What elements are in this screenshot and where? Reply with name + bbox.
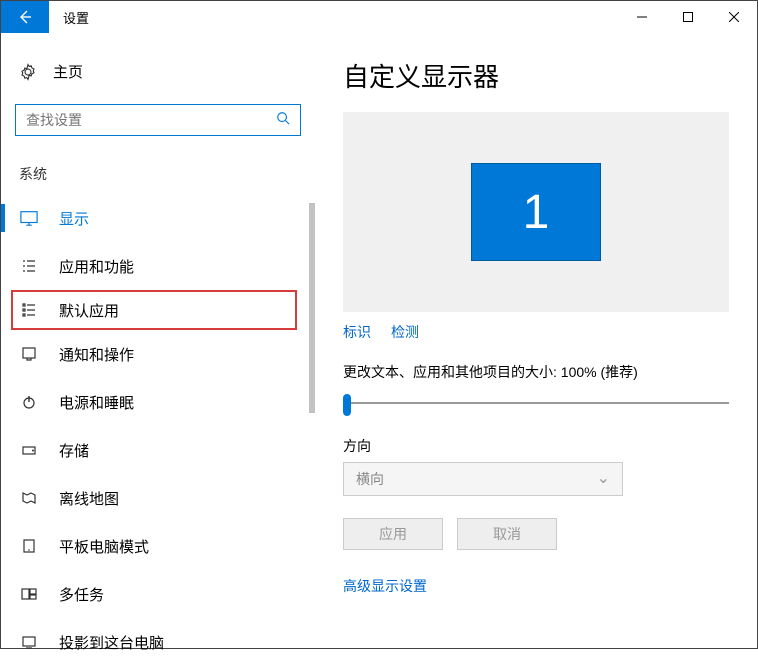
maximize-button[interactable] [665, 1, 711, 33]
sidebar-item-label: 存储 [59, 440, 89, 461]
identify-link[interactable]: 标识 [343, 322, 371, 342]
sidebar-item-label: 离线地图 [59, 488, 119, 509]
sidebar-item-apps[interactable]: 应用和功能 [1, 242, 315, 290]
map-icon [19, 488, 39, 508]
sidebar-item-label: 电源和睡眠 [59, 392, 134, 413]
sidebar-item-label: 多任务 [59, 584, 104, 605]
power-icon [19, 392, 39, 412]
project-icon [19, 632, 39, 652]
notification-icon [19, 344, 39, 364]
tablet-icon [19, 536, 39, 556]
slider-thumb[interactable] [343, 394, 351, 416]
storage-icon [19, 440, 39, 460]
default-apps-icon [19, 300, 39, 320]
multitask-icon [19, 584, 39, 604]
minimize-icon [637, 12, 647, 22]
preview-links: 标识 检测 [343, 322, 729, 342]
sidebar-item-project[interactable]: 投影到这台电脑 [1, 618, 315, 666]
search-input[interactable] [26, 112, 276, 128]
sidebar-item-multitask[interactable]: 多任务 [1, 570, 315, 618]
scale-slider[interactable] [343, 390, 729, 418]
sidebar-home-label: 主页 [53, 61, 83, 82]
sidebar-item-storage[interactable]: 存储 [1, 426, 315, 474]
sidebar-item-notifications[interactable]: 通知和操作 [1, 330, 315, 378]
sidebar-home[interactable]: 主页 [1, 53, 315, 90]
window-controls [619, 1, 757, 33]
cancel-button[interactable]: 取消 [457, 518, 557, 550]
sidebar-item-label: 平板电脑模式 [59, 536, 149, 557]
search-icon [276, 111, 290, 129]
sidebar-item-tablet[interactable]: 平板电脑模式 [1, 522, 315, 570]
content-area: 自定义显示器 1 标识 检测 更改文本、应用和其他项目的大小: 100% (推荐… [315, 33, 757, 648]
titlebar: 设置 [1, 1, 757, 33]
slider-track [343, 402, 729, 404]
scale-label: 更改文本、应用和其他项目的大小: 100% (推荐) [343, 362, 729, 382]
sidebar-item-label: 默认应用 [59, 300, 119, 321]
detect-link[interactable]: 检测 [391, 322, 419, 342]
back-button[interactable] [1, 1, 49, 33]
sidebar-item-maps[interactable]: 离线地图 [1, 474, 315, 522]
close-button[interactable] [711, 1, 757, 33]
display-icon [19, 208, 39, 228]
minimize-button[interactable] [619, 1, 665, 33]
list-icon [19, 256, 39, 276]
orientation-label: 方向 [343, 436, 729, 456]
gear-icon [19, 63, 37, 81]
orientation-dropdown[interactable]: 横向 [343, 462, 623, 496]
advanced-display-link[interactable]: 高级显示设置 [343, 576, 729, 596]
orientation-value: 横向 [356, 469, 384, 489]
button-row: 应用 取消 [343, 518, 729, 550]
arrow-left-icon [17, 9, 33, 25]
sidebar-item-label: 投影到这台电脑 [59, 632, 164, 653]
sidebar-item-label: 应用和功能 [59, 256, 134, 277]
sidebar-item-display[interactable]: 显示 [1, 194, 315, 242]
window-title: 设置 [63, 8, 89, 27]
sidebar: 主页 系统 显示 应用和功能 [1, 33, 315, 648]
sidebar-nav: 显示 应用和功能 默认应用 通知和操作 [1, 194, 315, 666]
sidebar-item-default-apps[interactable]: 默认应用 [11, 290, 297, 330]
search-box[interactable] [15, 104, 301, 136]
sidebar-item-label: 显示 [59, 208, 89, 229]
page-title: 自定义显示器 [343, 57, 729, 94]
close-icon [729, 12, 739, 22]
maximize-icon [683, 12, 693, 22]
sidebar-section-label: 系统 [1, 136, 315, 194]
sidebar-item-power[interactable]: 电源和睡眠 [1, 378, 315, 426]
sidebar-scrollbar[interactable] [309, 203, 315, 413]
monitor-1[interactable]: 1 [471, 163, 601, 261]
monitor-preview[interactable]: 1 [343, 112, 729, 312]
apply-button[interactable]: 应用 [343, 518, 443, 550]
sidebar-item-label: 通知和操作 [59, 344, 134, 365]
